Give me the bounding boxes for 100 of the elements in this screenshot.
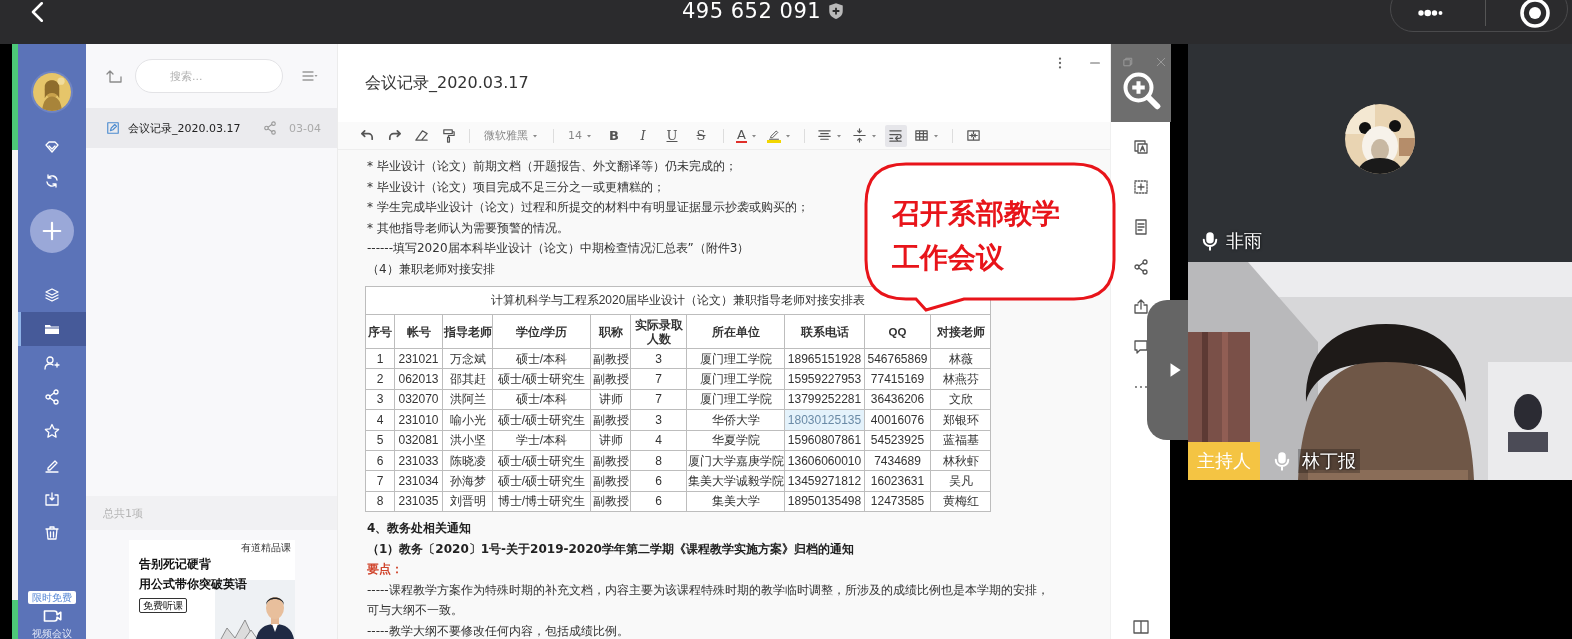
table-cell: 40016076 [864, 409, 931, 431]
table-cell: 刘晋明 [442, 491, 493, 512]
microphone-icon [1272, 451, 1292, 471]
microphone-icon [1200, 231, 1220, 251]
table-cell: 硕士/硕士研究生 [492, 450, 591, 471]
table-cell: 231034 [394, 470, 443, 492]
table-cell: 集美大学诚毅学院 [686, 470, 785, 492]
format-painter-icon [440, 128, 456, 143]
table-cell: 7434689 [864, 450, 931, 471]
table-cell: 华侨大学 [686, 409, 785, 431]
table-cell: 林秋虾 [930, 450, 991, 471]
format-button[interactable]: U [660, 124, 684, 147]
table-cell: 13799252281 [784, 389, 865, 410]
table-cell: 洪阿兰 [442, 389, 493, 410]
sidebar-item[interactable] [18, 312, 86, 346]
ad-button[interactable]: 免费听课 [139, 598, 187, 613]
table-cell: 032081 [394, 430, 443, 451]
table-cell: 邵其赶 [442, 368, 493, 390]
table-cell: 12473585 [864, 491, 931, 512]
import-icon [44, 491, 60, 507]
collapse-tab[interactable] [1147, 300, 1188, 440]
column-header: 联系电话 [784, 314, 865, 349]
export-icon[interactable] [1132, 299, 1149, 315]
note-icon [106, 121, 120, 135]
format-button[interactable]: S [689, 124, 713, 147]
table-cell: 林薇 [930, 348, 991, 369]
table-cell: 副教授 [590, 409, 631, 431]
add-box-icon[interactable] [1132, 179, 1149, 195]
column-header: 帐号 [394, 314, 443, 349]
table-cell: 231010 [394, 409, 443, 431]
layers-icon [44, 287, 60, 303]
eraser-icon [413, 128, 429, 143]
add-button[interactable] [30, 209, 74, 253]
paragraph: （4）兼职老师对接安排 [367, 260, 495, 278]
share-icon [44, 389, 60, 405]
table-cell: 18965151928 [784, 348, 865, 369]
document-icon[interactable] [1132, 219, 1149, 235]
table-cell: 8 [365, 491, 395, 512]
section-heading: 4、教务处相关通知 [367, 520, 472, 538]
table-cell: 硕士/本科 [492, 348, 591, 369]
format-button[interactable]: I [631, 124, 655, 147]
up-arrow-icon[interactable] [106, 68, 122, 84]
table-icon [913, 128, 929, 143]
zoom-in-icon[interactable] [1120, 70, 1161, 110]
column-header: 对接老师 [930, 314, 991, 349]
toolbar-dropdown[interactable]: 微软雅黑 [480, 124, 543, 147]
share-icon[interactable] [1132, 259, 1149, 275]
table-cell: 15960807861 [784, 430, 865, 451]
star-icon [44, 423, 60, 439]
table-cell: 郑银环 [930, 409, 991, 431]
diamond-icon [44, 139, 60, 155]
table-cell: 厦门理工学院 [686, 368, 785, 390]
comment-icon[interactable] [1132, 339, 1149, 355]
ad-headline: 告别死记硬背 [139, 556, 211, 572]
table-cell: 54523925 [864, 430, 931, 451]
ad-banner[interactable]: 告别死记硬背 用公式带你突破英语 免费听课 有道精品课 [129, 540, 295, 639]
table-cell: 7 [630, 368, 687, 390]
table-cell: 231021 [394, 348, 443, 369]
text-box-icon[interactable] [1132, 139, 1149, 155]
contacts-icon [44, 355, 60, 371]
table-cell: 林燕芬 [930, 368, 991, 390]
ad-brand: 有道精品课 [241, 542, 291, 554]
wrap-button[interactable] [884, 124, 907, 147]
font-color-button[interactable]: A [734, 124, 760, 147]
format-button[interactable]: B [602, 124, 626, 147]
table-cell: 蓝福基 [930, 430, 991, 451]
participant-name: 林丁报 [1298, 449, 1360, 473]
paragraph: * 学生完成毕业设计（论文）过程和所提交的材料中有明显证据显示抄袭或购买的； [367, 199, 809, 216]
table-cell: 学士/本科 [492, 430, 591, 451]
column-header: 学位/学历 [492, 314, 591, 349]
table-cell: 6 [630, 470, 687, 492]
split-view-icon[interactable] [1131, 619, 1150, 635]
section-heading: （1）教务〔2020〕1号-关于2019-2020学年第二学期《课程教学实施方案》归档的通知 [367, 540, 854, 558]
record-icon[interactable] [1518, 0, 1551, 29]
line-height-icon [851, 128, 867, 143]
toolbar-dropdown[interactable]: 14 [564, 124, 597, 147]
paragraph: -----教学大纲不要修改任何内容，包括成绩比例。 [367, 622, 629, 639]
table-cell: 洪小坚 [442, 430, 493, 451]
table-cell: 13459271812 [784, 470, 865, 492]
paragraph: -----课程教学方案作为特殊时期的补充文档，内容主要为该课程特殊时期的教学临时调整，所涉及的成绩比例也是本学期的安排，可与大纲不一致。 [367, 581, 1050, 620]
table-cell: 硕士/本科 [492, 389, 591, 410]
meeting-id: 495 652 091 [682, 0, 822, 23]
table-cell: 7 [365, 470, 395, 492]
column-header: 职称 [590, 314, 631, 349]
search-field[interactable]: 搜索... [135, 59, 283, 93]
participant-name: 非雨 [1226, 229, 1262, 253]
share-border [12, 600, 18, 639]
column-header: QQ [864, 314, 931, 349]
table-cell: 吴凡 [930, 470, 991, 492]
column-header: 实际录取人数 [630, 314, 687, 349]
file-row[interactable]: 会议记录_2020.03.17 03-04 [86, 108, 337, 148]
table-cell: 副教授 [590, 491, 631, 512]
wrap-icon [888, 128, 904, 143]
table-cell: 062013 [394, 368, 443, 390]
table-cell: 厦门理工学院 [686, 389, 785, 410]
table-cell: 副教授 [590, 470, 631, 492]
undo-icon [359, 128, 375, 143]
table-cell: 喻小光 [442, 409, 493, 431]
table-cell: 13606060010 [784, 450, 865, 471]
table-cell: 硕士/硕士研究生 [492, 470, 591, 492]
